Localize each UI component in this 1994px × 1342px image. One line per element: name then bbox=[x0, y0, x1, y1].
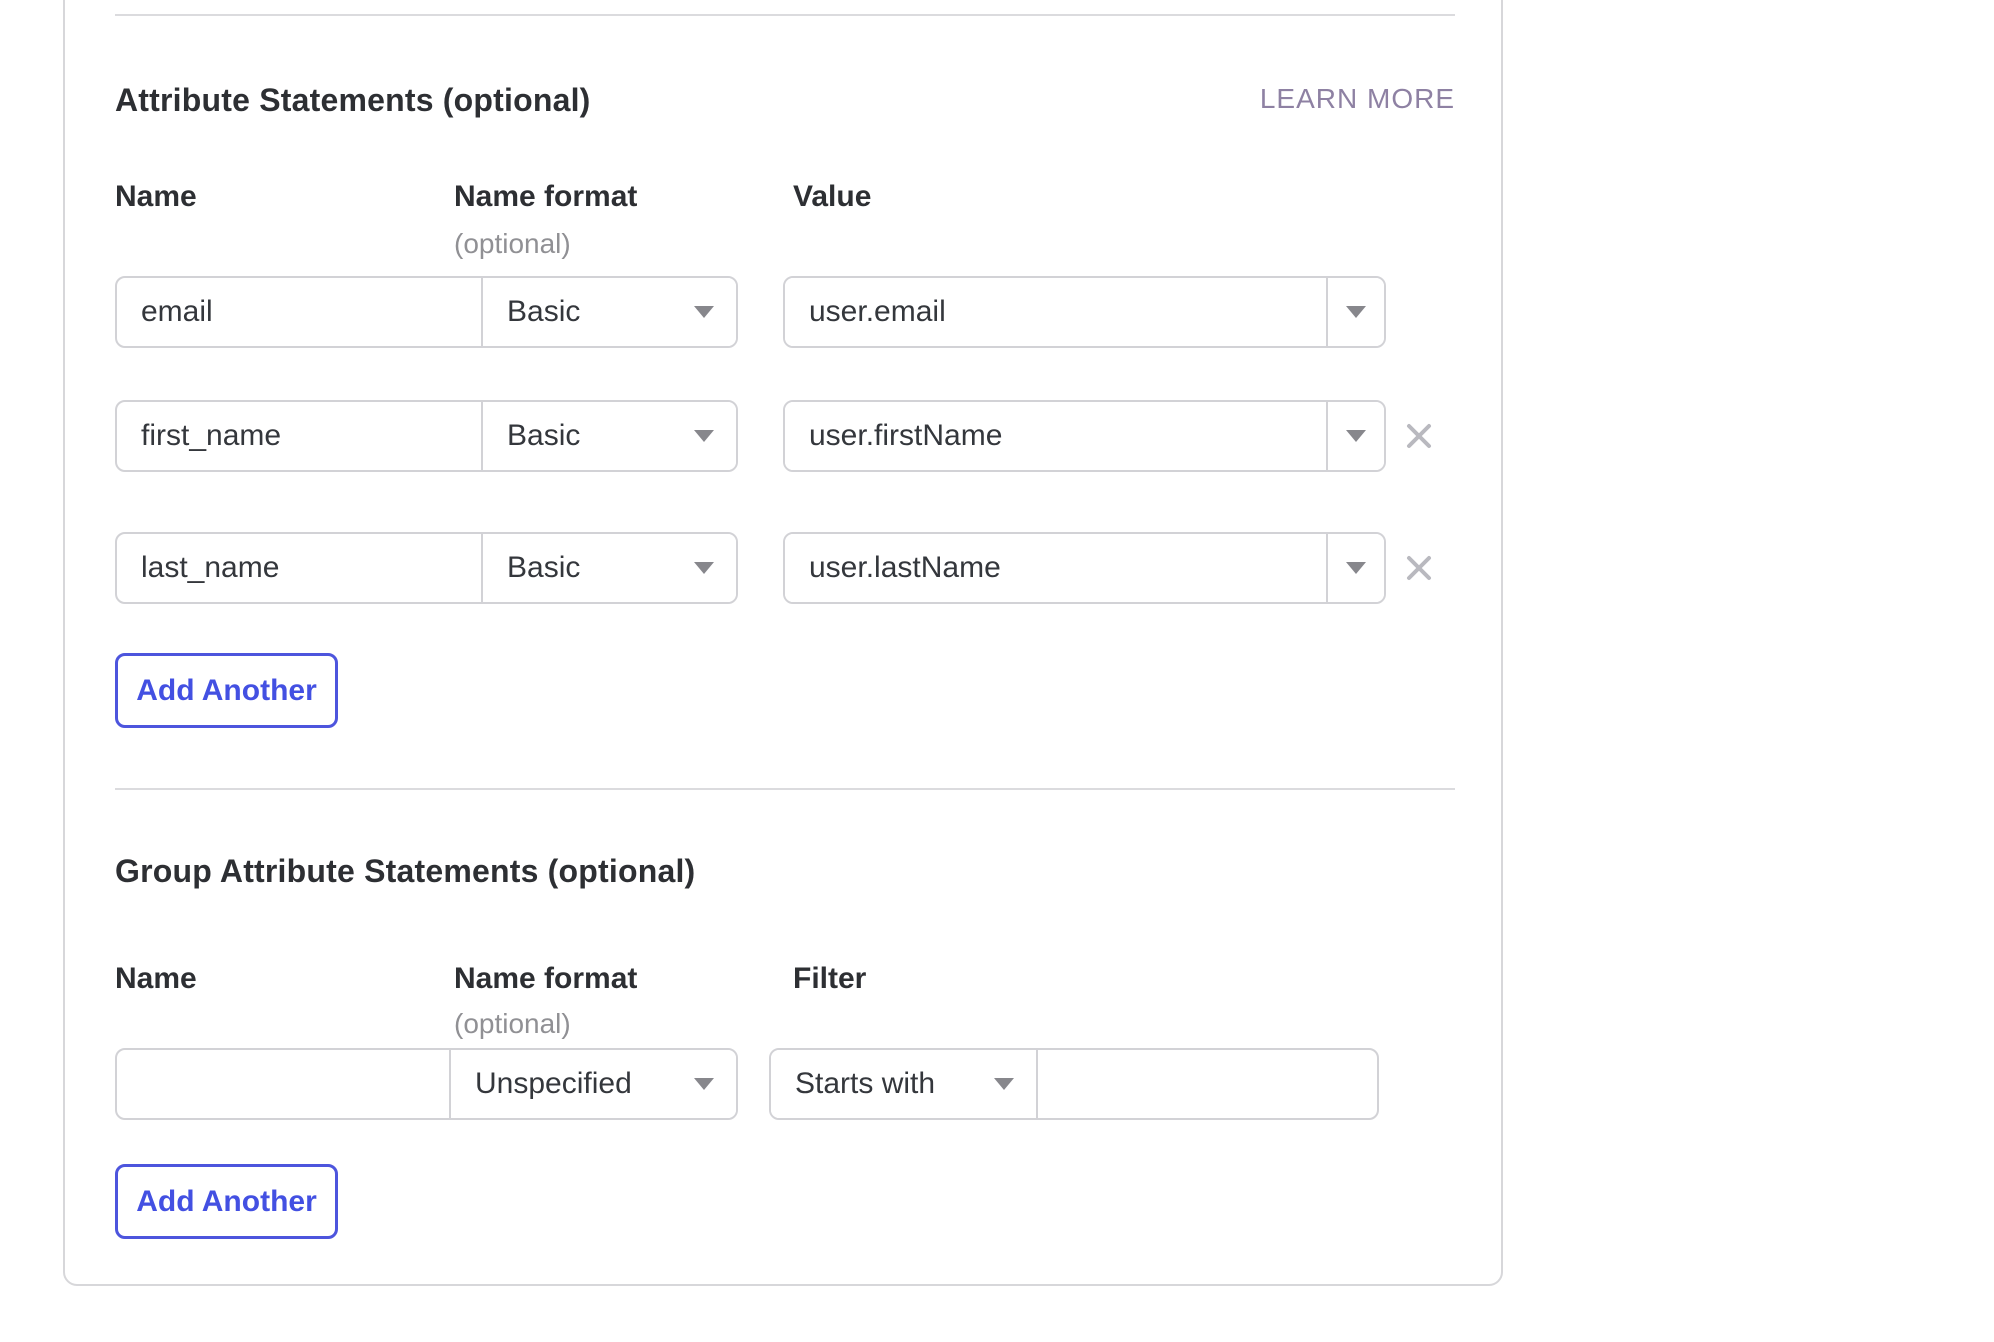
value-dropdown-button[interactable] bbox=[1326, 402, 1384, 470]
remove-row-button[interactable] bbox=[1402, 419, 1436, 453]
name-format-select[interactable]: Basic bbox=[481, 278, 736, 346]
attribute-name-input[interactable] bbox=[117, 278, 481, 346]
attribute-row: Basic user.lastName bbox=[115, 532, 1436, 604]
group-name-and-format-group: Unspecified bbox=[115, 1048, 738, 1120]
value-select-group: user.firstName bbox=[783, 400, 1386, 472]
group-column-header-name: Name bbox=[115, 962, 197, 996]
value-dropdown-button[interactable] bbox=[1326, 278, 1384, 346]
value-select-group: user.email bbox=[783, 276, 1386, 348]
attribute-statements-title: Attribute Statements (optional) bbox=[115, 82, 591, 119]
chevron-down-icon bbox=[694, 306, 714, 318]
learn-more-link[interactable]: LEARN MORE bbox=[1260, 83, 1455, 115]
chevron-down-icon bbox=[694, 1078, 714, 1090]
name-format-optional-note: (optional) bbox=[454, 228, 571, 260]
name-format-select[interactable]: Basic bbox=[481, 402, 736, 470]
name-and-format-group: Basic bbox=[115, 400, 738, 472]
name-and-format-group: Basic bbox=[115, 532, 738, 604]
group-name-format-optional-note: (optional) bbox=[454, 1008, 571, 1040]
name-format-select[interactable]: Basic bbox=[481, 534, 736, 602]
group-name-format-select-value: Unspecified bbox=[475, 1067, 632, 1101]
group-attribute-name-input[interactable] bbox=[117, 1050, 449, 1118]
group-column-header-name-format: Name format bbox=[454, 962, 637, 996]
attribute-name-input[interactable] bbox=[117, 534, 481, 602]
chevron-down-icon bbox=[694, 430, 714, 442]
name-and-format-group: Basic bbox=[115, 276, 738, 348]
attribute-value-text: user.lastName bbox=[809, 551, 1001, 585]
chevron-down-icon bbox=[1346, 562, 1366, 574]
value-select-group: user.lastName bbox=[783, 532, 1386, 604]
attribute-name-input[interactable] bbox=[117, 402, 481, 470]
chevron-down-icon bbox=[1346, 306, 1366, 318]
attribute-value-input[interactable]: user.firstName bbox=[785, 402, 1326, 470]
mid-section-divider bbox=[115, 788, 1455, 790]
top-section-divider bbox=[115, 14, 1455, 16]
add-another-attribute-button[interactable]: Add Another bbox=[115, 653, 338, 728]
group-attribute-statements-title: Group Attribute Statements (optional) bbox=[115, 853, 695, 890]
group-filter-value-input[interactable] bbox=[1036, 1050, 1377, 1118]
name-format-select-value: Basic bbox=[507, 551, 580, 585]
group-filter-type-select[interactable]: Starts with bbox=[771, 1050, 1036, 1118]
group-column-header-filter: Filter bbox=[793, 962, 866, 996]
group-name-format-select[interactable]: Unspecified bbox=[449, 1050, 736, 1118]
value-dropdown-button[interactable] bbox=[1326, 534, 1384, 602]
attribute-value-input[interactable]: user.email bbox=[785, 278, 1326, 346]
chevron-down-icon bbox=[694, 562, 714, 574]
attribute-value-text: user.firstName bbox=[809, 419, 1002, 453]
add-another-group-attribute-button[interactable]: Add Another bbox=[115, 1164, 338, 1239]
chevron-down-icon bbox=[994, 1078, 1014, 1090]
remove-row-button[interactable] bbox=[1402, 551, 1436, 585]
attribute-value-input[interactable]: user.lastName bbox=[785, 534, 1326, 602]
group-filter-group: Starts with bbox=[769, 1048, 1379, 1120]
attribute-row: Basic user.email bbox=[115, 276, 1386, 348]
column-header-name-format: Name format bbox=[454, 180, 637, 214]
attribute-row: Basic user.firstName bbox=[115, 400, 1436, 472]
name-format-select-value: Basic bbox=[507, 419, 580, 453]
group-attribute-row: Unspecified Starts with bbox=[115, 1048, 1379, 1120]
column-header-value: Value bbox=[793, 180, 871, 214]
chevron-down-icon bbox=[1346, 430, 1366, 442]
group-filter-type-value: Starts with bbox=[795, 1067, 935, 1101]
column-header-name: Name bbox=[115, 180, 197, 214]
close-icon bbox=[1405, 554, 1433, 582]
close-icon bbox=[1405, 422, 1433, 450]
name-format-select-value: Basic bbox=[507, 295, 580, 329]
attribute-value-text: user.email bbox=[809, 295, 946, 329]
